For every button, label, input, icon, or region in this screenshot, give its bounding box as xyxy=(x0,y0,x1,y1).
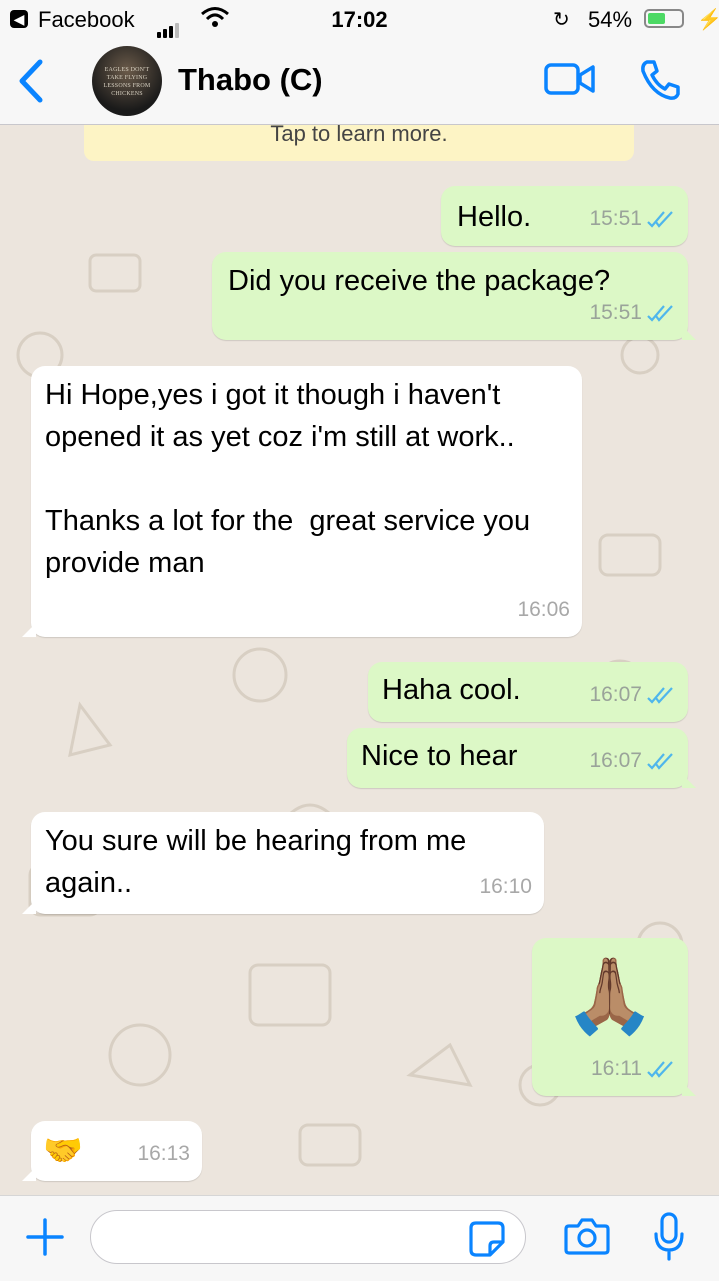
message-input-bar xyxy=(0,1195,719,1281)
message-text: Nice to hear xyxy=(361,740,518,772)
message-meta: 16:13 xyxy=(137,1133,190,1175)
notice-text: Tap to learn more. xyxy=(270,125,448,146)
message-meta: 15:51 xyxy=(589,198,676,240)
message-bubble-outgoing[interactable]: Hello. 15:51 xyxy=(441,186,688,246)
battery-percent: 54% xyxy=(588,7,633,32)
message-time: 15:51 xyxy=(589,301,642,324)
chat-area[interactable]: Tap to learn more. Hello. 15:51 Did you … xyxy=(0,125,719,1195)
message-time: 16:10 xyxy=(479,875,532,898)
charging-icon: ⚡ xyxy=(697,9,719,31)
sticker-icon[interactable] xyxy=(468,1220,506,1263)
message-meta: 16:06 xyxy=(517,589,570,631)
message-text: Haha cool. xyxy=(382,674,521,706)
avatar[interactable]: EAGLES DON'T TAKE FLYING LESSONS FROM CH… xyxy=(92,46,162,116)
read-ticks-icon xyxy=(647,305,673,323)
message-time: 16:11 xyxy=(591,1057,642,1080)
message-text: Did you receive the package? xyxy=(228,265,611,297)
message-text: Hi Hope,yes i got it though i haven't op… xyxy=(45,379,531,579)
read-ticks-icon xyxy=(647,1061,673,1079)
camera-icon[interactable] xyxy=(564,1216,610,1261)
message-input[interactable] xyxy=(90,1210,526,1264)
message-meta: 16:07 xyxy=(589,740,676,782)
message-time: 16:07 xyxy=(589,749,642,772)
message-time: 16:07 xyxy=(589,683,642,706)
message-meta: 15:51 xyxy=(589,292,676,334)
message-meta: 16:11 xyxy=(591,1048,676,1090)
message-time: 16:13 xyxy=(137,1142,190,1165)
folded-hands-emoji-icon: 🙏🏽 xyxy=(563,954,657,1037)
message-bubble-outgoing[interactable]: 🙏🏽 16:11 xyxy=(532,938,696,1096)
voice-call-icon[interactable] xyxy=(638,58,682,107)
message-meta: 16:07 xyxy=(589,674,676,716)
avatar-text: EAGLES DON'T TAKE FLYING LESSONS FROM CH… xyxy=(103,67,151,97)
message-bubble-outgoing[interactable]: Did you receive the package? 15:51 xyxy=(212,252,696,340)
message-time: 15:51 xyxy=(589,207,642,230)
video-call-icon[interactable] xyxy=(544,62,596,101)
message-time: 16:06 xyxy=(517,598,570,621)
chat-header: EAGLES DON'T TAKE FLYING LESSONS FROM CH… xyxy=(0,40,719,125)
message-bubble-outgoing[interactable]: Nice to hear 16:07 xyxy=(347,728,696,788)
read-ticks-icon xyxy=(647,211,673,229)
message-text: You sure will be hearing from me again.. xyxy=(45,825,475,899)
bubble-tail xyxy=(682,774,696,788)
bubble-tail xyxy=(22,900,36,914)
microphone-icon[interactable] xyxy=(652,1212,686,1267)
battery-icon xyxy=(644,9,684,28)
read-ticks-icon xyxy=(647,753,673,771)
plus-icon[interactable] xyxy=(24,1216,66,1263)
message-bubble-outgoing[interactable]: Haha cool. 16:07 xyxy=(368,662,688,722)
rotation-lock-icon: ↻ xyxy=(553,9,570,31)
contact-name[interactable]: Thabo (C) xyxy=(178,62,323,98)
status-bar: ◀ Facebook 17:02 ↻ 54% ⚡ xyxy=(0,0,719,40)
message-bubble-incoming[interactable]: 🤝 16:13 xyxy=(22,1121,202,1181)
message-bubble-incoming[interactable]: You sure will be hearing from me again..… xyxy=(22,812,544,914)
bubble-tail xyxy=(22,623,36,637)
message-meta: 16:10 xyxy=(479,866,532,908)
read-ticks-icon xyxy=(647,687,673,705)
security-notice[interactable]: Tap to learn more. xyxy=(84,125,634,161)
back-chevron-icon[interactable] xyxy=(14,58,46,109)
bubble-tail xyxy=(682,326,696,340)
message-bubble-incoming[interactable]: Hi Hope,yes i got it though i haven't op… xyxy=(22,366,582,637)
message-text: Hello. xyxy=(457,201,532,233)
bubble-tail xyxy=(22,1167,36,1181)
bubble-tail xyxy=(682,1082,696,1096)
handshake-emoji-icon: 🤝 xyxy=(43,1132,83,1168)
